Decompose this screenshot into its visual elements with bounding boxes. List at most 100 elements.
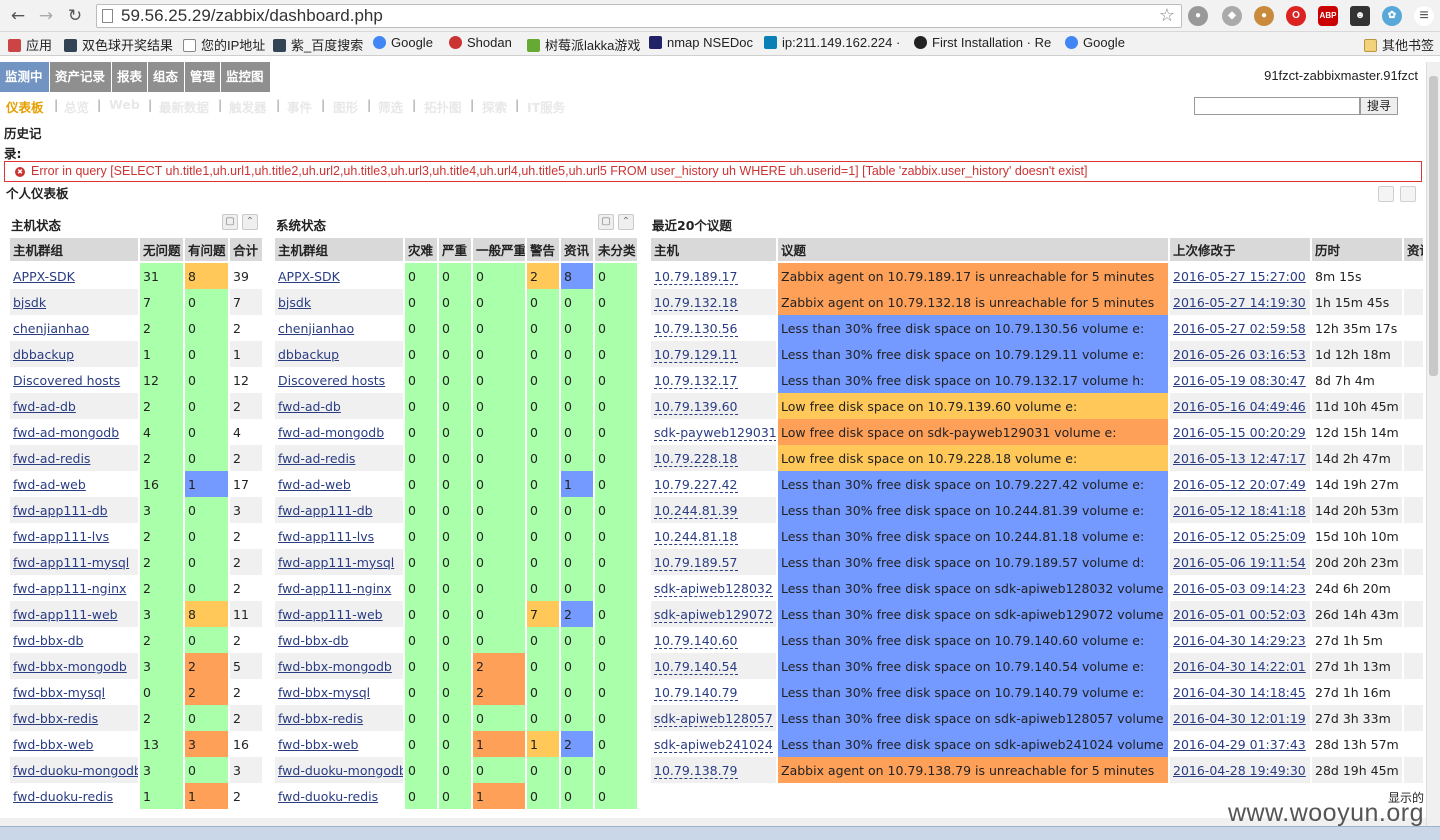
problem-count[interactable]: 1 [185,471,230,497]
tab-reports[interactable]: 报表 [112,62,148,92]
host-group-link[interactable]: Discovered hosts [13,373,120,388]
subtab-latest-data[interactable]: 最新数据 [159,97,209,116]
problem-count[interactable]: 8 [185,601,230,627]
cookie-extension-icon[interactable]: ● [1254,6,1274,26]
host-group-link[interactable]: bjsdk [278,295,311,310]
subtab-screens[interactable]: 筛选 [378,97,403,116]
warning-count[interactable]: 2 [527,263,561,289]
shield-extension-icon[interactable]: ◆ [1222,6,1242,26]
subtab-dashboard[interactable]: 仪表板 [6,97,44,116]
host-group-link[interactable]: fwd-app111-lvs [278,529,374,544]
bookmark-nmap[interactable]: nmap NSEDoc [649,35,753,50]
gear-extension-icon[interactable]: ✿ [1382,6,1402,26]
collapse-icon[interactable]: ⌃ [242,214,258,230]
last-change-link[interactable]: 2016-05-27 02:59:58 [1173,321,1306,336]
issue-description[interactable]: Less than 30% free disk space on 10.79.1… [778,653,1170,679]
subtab-discovery[interactable]: 探索 [482,97,507,116]
bookmark-github[interactable]: First Installation · Re [914,35,1051,50]
host-link[interactable]: 10.244.81.39 [654,502,738,519]
horizontal-scrollbar[interactable] [0,818,1426,826]
average-count[interactable]: 2 [473,679,527,705]
last-change-link[interactable]: 2016-04-29 01:37:43 [1173,737,1306,752]
host-group-link[interactable]: chenjianhao [278,321,354,336]
tab-inventory[interactable]: 资产记录 [50,62,112,92]
problem-count[interactable]: 3 [185,731,230,757]
bookmark-lottery[interactable]: 双色球开奖结果 [64,35,173,54]
host-group-link[interactable]: fwd-ad-redis [278,451,355,466]
last-change-link[interactable]: 2016-04-30 14:29:23 [1173,633,1306,648]
host-link[interactable]: sdk-apiweb128057 [654,710,773,727]
configure-icon[interactable] [1378,186,1394,202]
host-link[interactable]: 10.79.139.60 [654,398,738,415]
host-group-link[interactable]: fwd-app111-db [13,503,108,518]
host-link[interactable]: 10.79.140.60 [654,632,738,649]
host-group-link[interactable]: fwd-bbx-redis [13,711,98,726]
last-change-link[interactable]: 2016-05-27 14:19:30 [1173,295,1306,310]
last-change-link[interactable]: 2016-05-16 04:49:46 [1173,399,1306,414]
problem-count[interactable]: 0 [185,705,230,731]
host-group-link[interactable]: fwd-duoku-mongodb [278,763,403,778]
problem-count[interactable]: 0 [185,445,230,471]
host-group-link[interactable]: fwd-bbx-web [13,737,93,752]
last-change-link[interactable]: 2016-05-03 09:14:23 [1173,581,1306,596]
host-link[interactable]: 10.79.228.18 [654,450,738,467]
issue-description[interactable]: Less than 30% free disk space on sdk-api… [778,705,1170,731]
problem-count[interactable]: 0 [185,575,230,601]
last-change-link[interactable]: 2016-05-13 12:47:17 [1173,451,1306,466]
collapse-icon[interactable]: ⌃ [618,214,634,230]
host-group-link[interactable]: fwd-ad-mongodb [13,425,119,440]
subtab-graphs[interactable]: 图形 [333,97,358,116]
bookmark-google-1[interactable]: Google [373,35,433,50]
host-link[interactable]: sdk-apiweb241024 [654,736,773,753]
issue-description[interactable]: Less than 30% free disk space on 10.79.1… [778,367,1170,393]
average-count[interactable]: 2 [473,653,527,679]
host-link[interactable]: 10.79.140.79 [654,684,738,701]
issue-description[interactable]: Less than 30% free disk space on sdk-api… [778,731,1170,757]
mask-extension-icon[interactable]: ☻ [1350,6,1370,26]
warning-count[interactable]: 7 [527,601,561,627]
problem-count[interactable]: 2 [185,653,230,679]
menu-icon[interactable]: ≡ [1414,6,1434,26]
last-change-link[interactable]: 2016-05-26 03:16:53 [1173,347,1306,362]
host-group-link[interactable]: fwd-bbx-web [278,737,358,752]
host-group-link[interactable]: fwd-ad-web [278,477,351,492]
tab-maps[interactable]: 监控图 [221,62,271,92]
vertical-scrollbar[interactable] [1426,62,1440,826]
host-group-link[interactable]: dbbackup [278,347,339,362]
issue-description[interactable]: Less than 30% free disk space on 10.244.… [778,523,1170,549]
host-group-link[interactable]: fwd-app111-mysql [13,555,129,570]
host-link[interactable]: 10.79.227.42 [654,476,738,493]
last-change-link[interactable]: 2016-05-12 18:41:18 [1173,503,1306,518]
host-link[interactable]: sdk-apiweb128032 [654,580,773,597]
subtab-events[interactable]: 事件 [287,97,312,116]
issue-description[interactable]: Less than 30% free disk space on 10.79.1… [778,341,1170,367]
host-group-link[interactable]: fwd-app111-web [13,607,118,622]
problem-count[interactable]: 0 [185,523,230,549]
problem-count[interactable]: 0 [185,393,230,419]
last-change-link[interactable]: 2016-05-15 00:20:29 [1173,425,1306,440]
issue-description[interactable]: Low free disk space on 10.79.139.60 volu… [778,393,1170,419]
host-group-link[interactable]: bjsdk [13,295,46,310]
issue-description[interactable]: Low free disk space on 10.79.228.18 volu… [778,445,1170,471]
host-link[interactable]: 10.79.132.17 [654,372,738,389]
problem-count[interactable]: 0 [185,341,230,367]
host-group-link[interactable]: dbbackup [13,347,74,362]
problem-count[interactable]: 0 [185,419,230,445]
search-button[interactable]: 搜寻 [1360,97,1398,115]
issue-description[interactable]: Less than 30% free disk space on 10.79.2… [778,471,1170,497]
bookmark-ip[interactable]: 您的IP地址 [183,35,265,54]
issue-description[interactable]: Less than 30% free disk space on 10.79.1… [778,679,1170,705]
host-group-link[interactable]: fwd-app111-mysql [278,555,394,570]
fullscreen-icon[interactable] [1400,186,1416,202]
bookmark-star-icon[interactable]: ☆ [1159,5,1175,26]
problem-count[interactable]: 0 [185,627,230,653]
issue-description[interactable]: Zabbix agent on 10.79.138.79 is unreacha… [778,757,1170,783]
host-link[interactable]: sdk-apiweb129072 [654,606,773,623]
subtab-it-services[interactable]: IT服务 [527,97,565,116]
widget-settings-icon[interactable]: ▢ [222,214,238,230]
host-group-link[interactable]: fwd-app111-web [278,607,383,622]
warning-count[interactable]: 1 [527,731,561,757]
host-group-link[interactable]: fwd-app111-nginx [278,581,391,596]
issue-description[interactable]: Zabbix agent on 10.79.189.17 is unreacha… [778,263,1170,289]
reload-icon[interactable]: ↻ [63,4,87,28]
